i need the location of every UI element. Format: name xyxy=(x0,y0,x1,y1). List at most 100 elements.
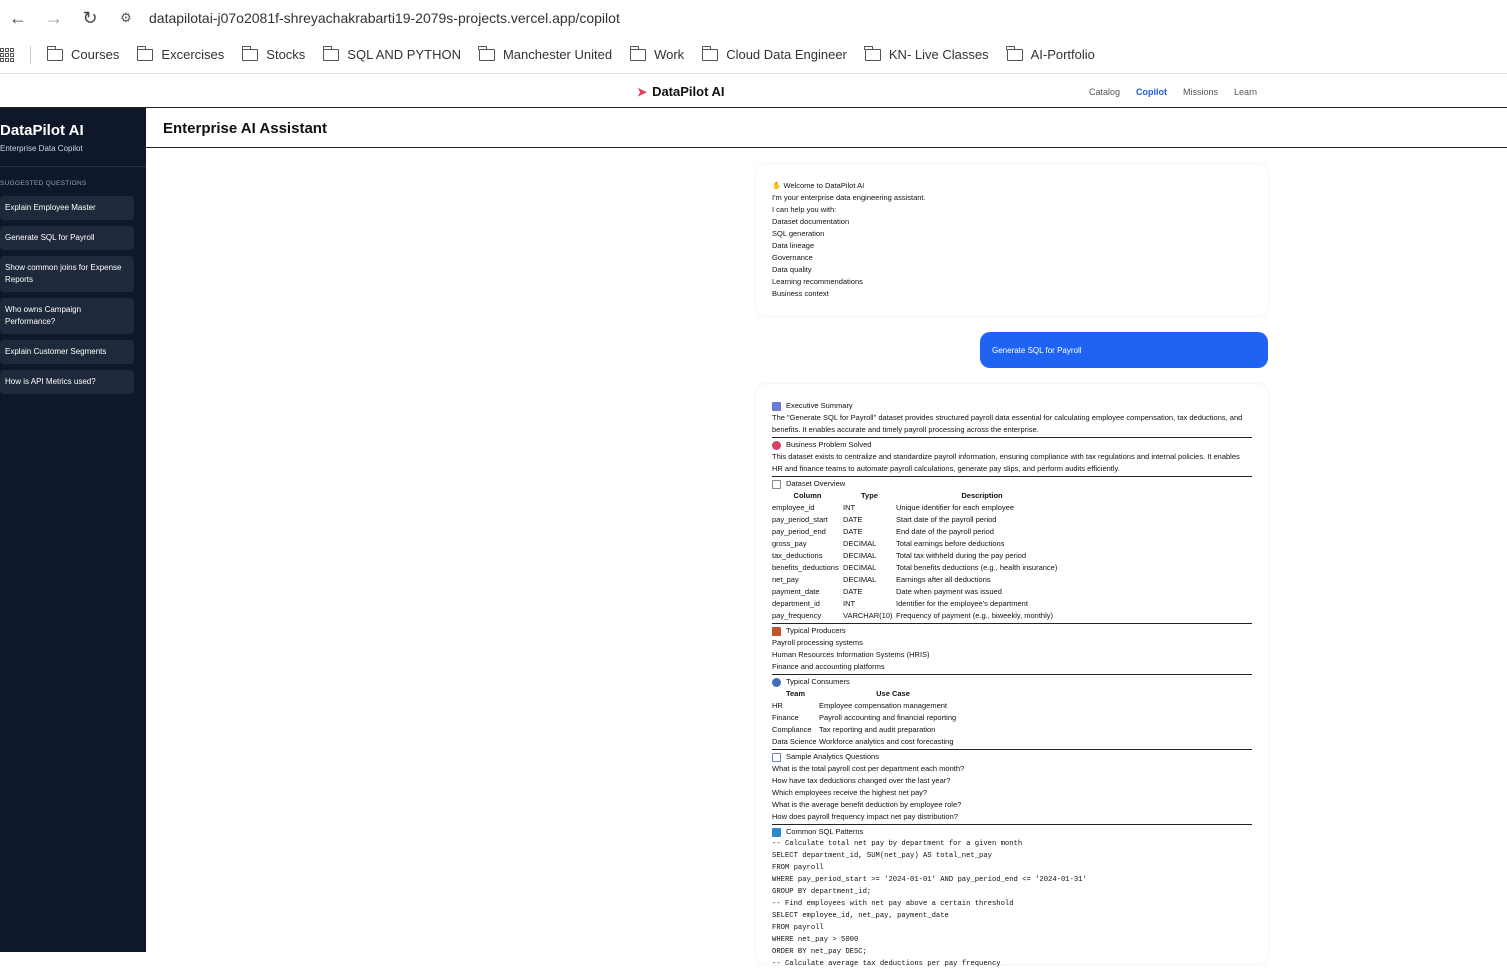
bookmark-label: Courses xyxy=(71,47,120,62)
bookmark-manchester-united[interactable]: Manchester United xyxy=(478,45,613,62)
folder-icon xyxy=(241,45,259,61)
bookmark-ai-portfolio[interactable]: AI-Portfolio xyxy=(1006,45,1095,62)
folder-icon xyxy=(136,45,154,61)
book-icon xyxy=(772,827,781,837)
forward-arrow-icon[interactable]: → xyxy=(36,0,72,36)
section-divider xyxy=(772,476,1252,477)
browser-toolbar: ← → ↻ ⚙ datapilotai-j07o2081f-shreyachak… xyxy=(0,0,1507,36)
bookmarks-bar: Courses Excercises Stocks SQL AND PYTHON… xyxy=(0,36,1507,74)
question-item: Which employees receive the highest net … xyxy=(772,788,928,797)
table-header: Description xyxy=(961,491,1003,500)
question-item: How does payroll frequency impact net pa… xyxy=(772,812,958,821)
brand[interactable]: ➤ DataPilot AI xyxy=(637,84,725,99)
table-cell: Data Science xyxy=(772,737,817,746)
welcome-item: Learning recommendations xyxy=(772,277,863,286)
bookmark-stocks[interactable]: Stocks xyxy=(241,45,306,62)
bookmark-cloud-data-engineer[interactable]: Cloud Data Engineer xyxy=(701,45,847,62)
table-row: payment_date DATE Date when payment was is… xyxy=(772,586,1068,598)
table-cell: DECIMAL xyxy=(843,563,877,572)
people-icon xyxy=(772,677,781,687)
questions-heading: Sample Analytics Questions xyxy=(772,751,1252,763)
folder-icon xyxy=(478,45,495,61)
nav-link-learn[interactable]: Learn xyxy=(1234,87,1257,97)
assistant-welcome-message: ✋ Welcome to DataPilot AI I'm your enter… xyxy=(756,164,1268,316)
bookmark-kn-live-classes[interactable]: KN- Live Classes xyxy=(864,45,989,62)
assistant-answer-message: Executive Summary The "Generate SQL for … xyxy=(756,384,1268,968)
top-nav-links: Catalog Copilot Missions Learn xyxy=(1089,87,1273,97)
reload-icon[interactable]: ↻ xyxy=(72,0,108,36)
sql-line: -- Calculate average tax deductions per … xyxy=(772,960,1001,968)
bookmark-label: KN- Live Classes xyxy=(888,47,989,62)
suggestion-customer-segments[interactable]: Explain Customer Segments xyxy=(0,340,134,364)
apps-grid-icon[interactable] xyxy=(0,47,14,62)
table-cell: DECIMAL xyxy=(843,575,877,584)
table-header: Column xyxy=(793,491,822,500)
table-cell: Date when payment was issued xyxy=(896,587,1002,596)
table-cell: tax_deductions xyxy=(772,551,823,560)
address-bar[interactable]: ⚙ datapilotai-j07o2081f-shreyachakrabart… xyxy=(108,3,1507,33)
table-header: Type xyxy=(861,491,878,500)
dataset-overview-heading-text: Dataset Overview xyxy=(786,479,846,488)
sql-line: -- Calculate total net pay by department… xyxy=(772,840,1023,848)
suggestion-sql-payroll[interactable]: Generate SQL for Payroll xyxy=(0,226,134,250)
table-cell: Employee compensation management xyxy=(819,701,947,710)
table-cell: net_pay xyxy=(772,575,799,584)
nav-link-missions[interactable]: Missions xyxy=(1183,87,1218,97)
consumers-heading-text: Typical Consumers xyxy=(786,677,850,686)
suggestion-api-metrics[interactable]: How is API Metrics used? xyxy=(0,370,134,394)
url-text[interactable]: datapilotai-j07o2081f-shreyachakrabarti1… xyxy=(149,10,620,26)
table-row: Compliance Tax reporting and audit prepar… xyxy=(772,724,967,736)
sql-line: SELECT employee_id, net_pay, payment_dat… xyxy=(772,912,949,920)
table-cell: Payroll accounting and financial reporti… xyxy=(819,713,957,722)
producers-heading-text: Typical Producers xyxy=(786,626,846,635)
bookmark-label: Manchester United xyxy=(502,47,613,62)
table-cell: Start date of the payroll period xyxy=(896,515,997,524)
nav-link-catalog[interactable]: Catalog xyxy=(1089,87,1120,97)
section-divider xyxy=(772,623,1252,624)
folder-icon xyxy=(864,45,881,61)
producer-item: Finance and accounting platforms xyxy=(772,662,885,671)
welcome-item: Governance xyxy=(772,253,813,262)
bookmark-sql-python[interactable]: SQL AND PYTHON xyxy=(322,45,461,62)
table-cell: payment_date xyxy=(772,587,820,596)
site-settings-icon[interactable]: ⚙ xyxy=(112,10,140,26)
question-item: How have tax deductions changed over the… xyxy=(772,776,951,785)
welcome-item: Data lineage xyxy=(772,241,815,250)
table-row: pay_frequency VARCHAR(10) Frequency of pay… xyxy=(772,610,1068,622)
business-problem-heading-text: Business Problem Solved xyxy=(786,440,872,449)
bookmark-courses[interactable]: Courses xyxy=(46,45,120,62)
sql-line: -- Find employees with net pay above a c… xyxy=(772,900,1014,908)
sql-line: WHERE pay_period_start >= '2024-01-01' A… xyxy=(772,876,1087,884)
consumers-heading: Typical Consumers xyxy=(772,676,1252,688)
folder-icon xyxy=(629,45,647,61)
table-cell: pay_period_end xyxy=(772,527,826,536)
bookmark-label: AI-Portfolio xyxy=(1030,47,1095,62)
business-problem-text: This dataset exists to centralize and st… xyxy=(772,452,1240,473)
table-row: pay_period_end DATE End date of the payrol… xyxy=(772,526,1068,538)
sidebar-subtitle: Enterprise Data Copilot xyxy=(0,144,83,153)
table-row: gross_pay DECIMAL Total earnings before de… xyxy=(772,538,1068,550)
suggestion-expense-joins[interactable]: Show common joins for Expense Reports xyxy=(0,256,134,292)
bookmark-excercises[interactable]: Excercises xyxy=(136,45,224,62)
folder-icon xyxy=(46,45,63,61)
bar-chart-icon xyxy=(772,401,781,411)
wave-icon: ✋ xyxy=(772,181,782,190)
bookmarks-divider xyxy=(30,45,31,64)
suggestion-campaign-owner[interactable]: Who owns Campaign Performance? xyxy=(0,298,134,334)
suggestion-employee-master[interactable]: Explain Employee Master xyxy=(0,196,134,220)
exec-summary-heading: Executive Summary xyxy=(772,400,1252,412)
section-divider xyxy=(772,674,1252,675)
sql-line: FROM payroll xyxy=(772,924,824,932)
sql-line: SELECT department_id, SUM(net_pay) AS to… xyxy=(772,852,992,860)
table-cell: Identifier for the employee's department xyxy=(896,599,1028,608)
table-row: net_pay DECIMAL Earnings after all deducti… xyxy=(772,574,1068,586)
bookmark-work[interactable]: Work xyxy=(629,45,684,62)
bookmark-label: Stocks xyxy=(266,47,306,62)
table-cell: Tax reporting and audit preparation xyxy=(819,725,936,734)
table-row: pay_period_start DATE Start date of the pa… xyxy=(772,514,1068,526)
table-row: Data Science Workforce analytics and cost… xyxy=(772,736,967,748)
table-row: tax_deductions DECIMAL Total tax withheld … xyxy=(772,550,1068,562)
nav-link-copilot[interactable]: Copilot xyxy=(1136,87,1167,97)
table-cell: DATE xyxy=(843,527,863,536)
back-arrow-icon[interactable]: ← xyxy=(0,0,36,36)
